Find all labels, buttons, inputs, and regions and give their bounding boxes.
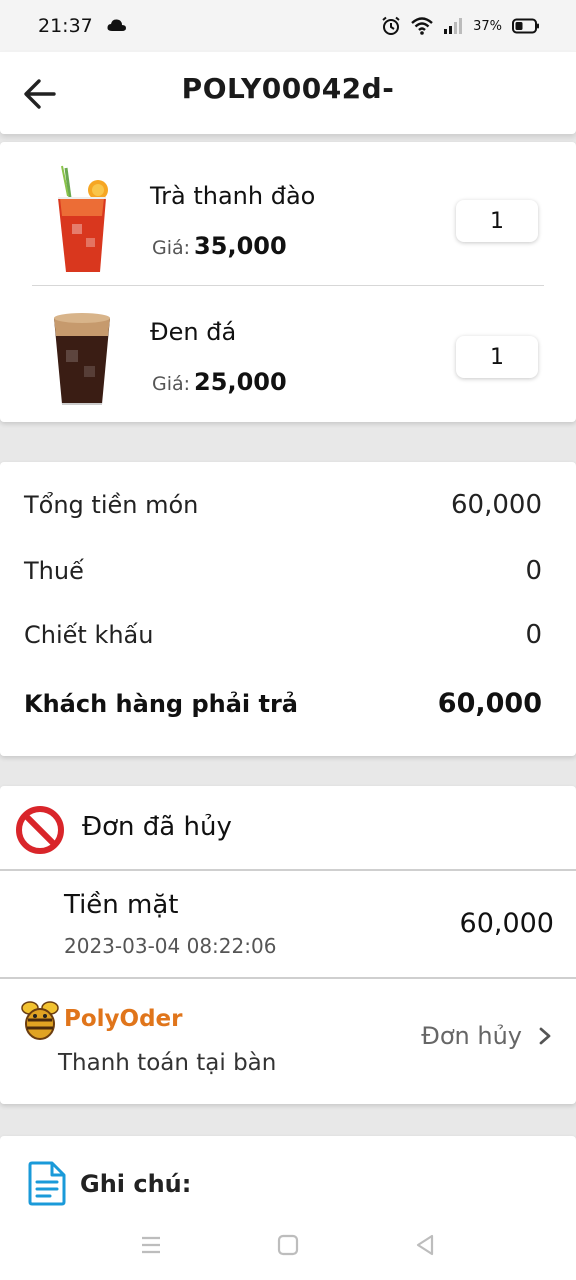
cancel-order-link[interactable]: Đơn hủy: [421, 1022, 552, 1050]
total-label: Khách hàng phải trả: [24, 690, 298, 718]
alarm-icon: [381, 16, 401, 36]
cancel-order-label: Đơn hủy: [421, 1022, 522, 1050]
status-bar: 21:37 37%: [0, 0, 576, 52]
divider: [0, 869, 576, 871]
polyoder-logo: [20, 998, 60, 1042]
price-label: Giá:: [152, 373, 191, 395]
battery-text: 37%: [473, 18, 502, 34]
menu-icon[interactable]: [138, 1232, 164, 1258]
price-value: 25,000: [194, 368, 287, 396]
order-status-card: Đơn đã hủy Tiền mặt 2023-03-04 08:22:06 …: [0, 786, 576, 1104]
note-label: Ghi chú:: [80, 1170, 192, 1198]
price-value: 35,000: [194, 232, 287, 260]
payment-amount: 60,000: [459, 908, 554, 939]
tax-value: 0: [525, 556, 542, 586]
channel-subtitle: Thanh toán tại bàn: [58, 1050, 277, 1076]
page-title: POLY00042d-: [181, 72, 395, 105]
discount-row: Chiết khấu 0: [24, 620, 542, 650]
item-name: Trà thanh đào: [150, 182, 316, 210]
total-row: Khách hàng phải trả 60,000: [24, 688, 542, 719]
total-value: 60,000: [437, 688, 542, 719]
polyoder-brand: PolyOder: [64, 1006, 183, 1032]
battery-icon: [512, 18, 540, 34]
discount-label: Chiết khấu: [24, 621, 154, 649]
signal-icon: [443, 18, 463, 34]
back-triangle-icon[interactable]: [412, 1232, 438, 1258]
item-divider: [32, 285, 544, 286]
subtotal-label: Tổng tiền món: [24, 491, 199, 519]
order-items-card: Trà thanh đào Giá: 35,000 1 Đen đá Giá: 25…: [0, 142, 576, 422]
quantity-box[interactable]: 1: [456, 336, 538, 378]
app-header: POLY00042d-: [0, 52, 576, 134]
document-icon: [26, 1160, 68, 1206]
order-item: Đen đá Giá: 25,000 1: [0, 288, 576, 424]
iced-coffee-image: [46, 300, 118, 412]
order-status-text: Đơn đã hủy: [82, 812, 232, 842]
system-nav-bar: [0, 1210, 576, 1280]
wifi-icon: [411, 17, 433, 35]
quantity-box[interactable]: 1: [456, 200, 538, 242]
item-price: Giá: 25,000: [152, 368, 287, 396]
subtotal-value: 60,000: [451, 490, 542, 520]
order-status-row: Đơn đã hủy: [0, 786, 576, 870]
subtotal-row: Tổng tiền món 60,000: [24, 490, 542, 520]
item-price: Giá: 35,000: [152, 232, 287, 260]
cancel-circle-icon: [14, 804, 66, 856]
payment-method: Tiền mặt: [64, 890, 179, 920]
peach-tea-image: [46, 164, 118, 276]
cloud-icon: [107, 15, 127, 37]
totals-card: Tổng tiền món 60,000 Thuế 0 Chiết khấu 0…: [0, 462, 576, 756]
divider: [0, 977, 576, 979]
chevron-right-icon: [539, 1027, 551, 1045]
item-name: Đen đá: [150, 318, 237, 346]
price-label: Giá:: [152, 237, 191, 259]
order-item: Trà thanh đào Giá: 35,000 1: [0, 152, 576, 288]
status-time: 21:37: [38, 15, 93, 37]
home-icon[interactable]: [275, 1232, 301, 1258]
tax-label: Thuế: [24, 557, 84, 585]
discount-value: 0: [525, 620, 542, 650]
payment-timestamp: 2023-03-04 08:22:06: [64, 934, 277, 958]
tax-row: Thuế 0: [24, 556, 542, 586]
